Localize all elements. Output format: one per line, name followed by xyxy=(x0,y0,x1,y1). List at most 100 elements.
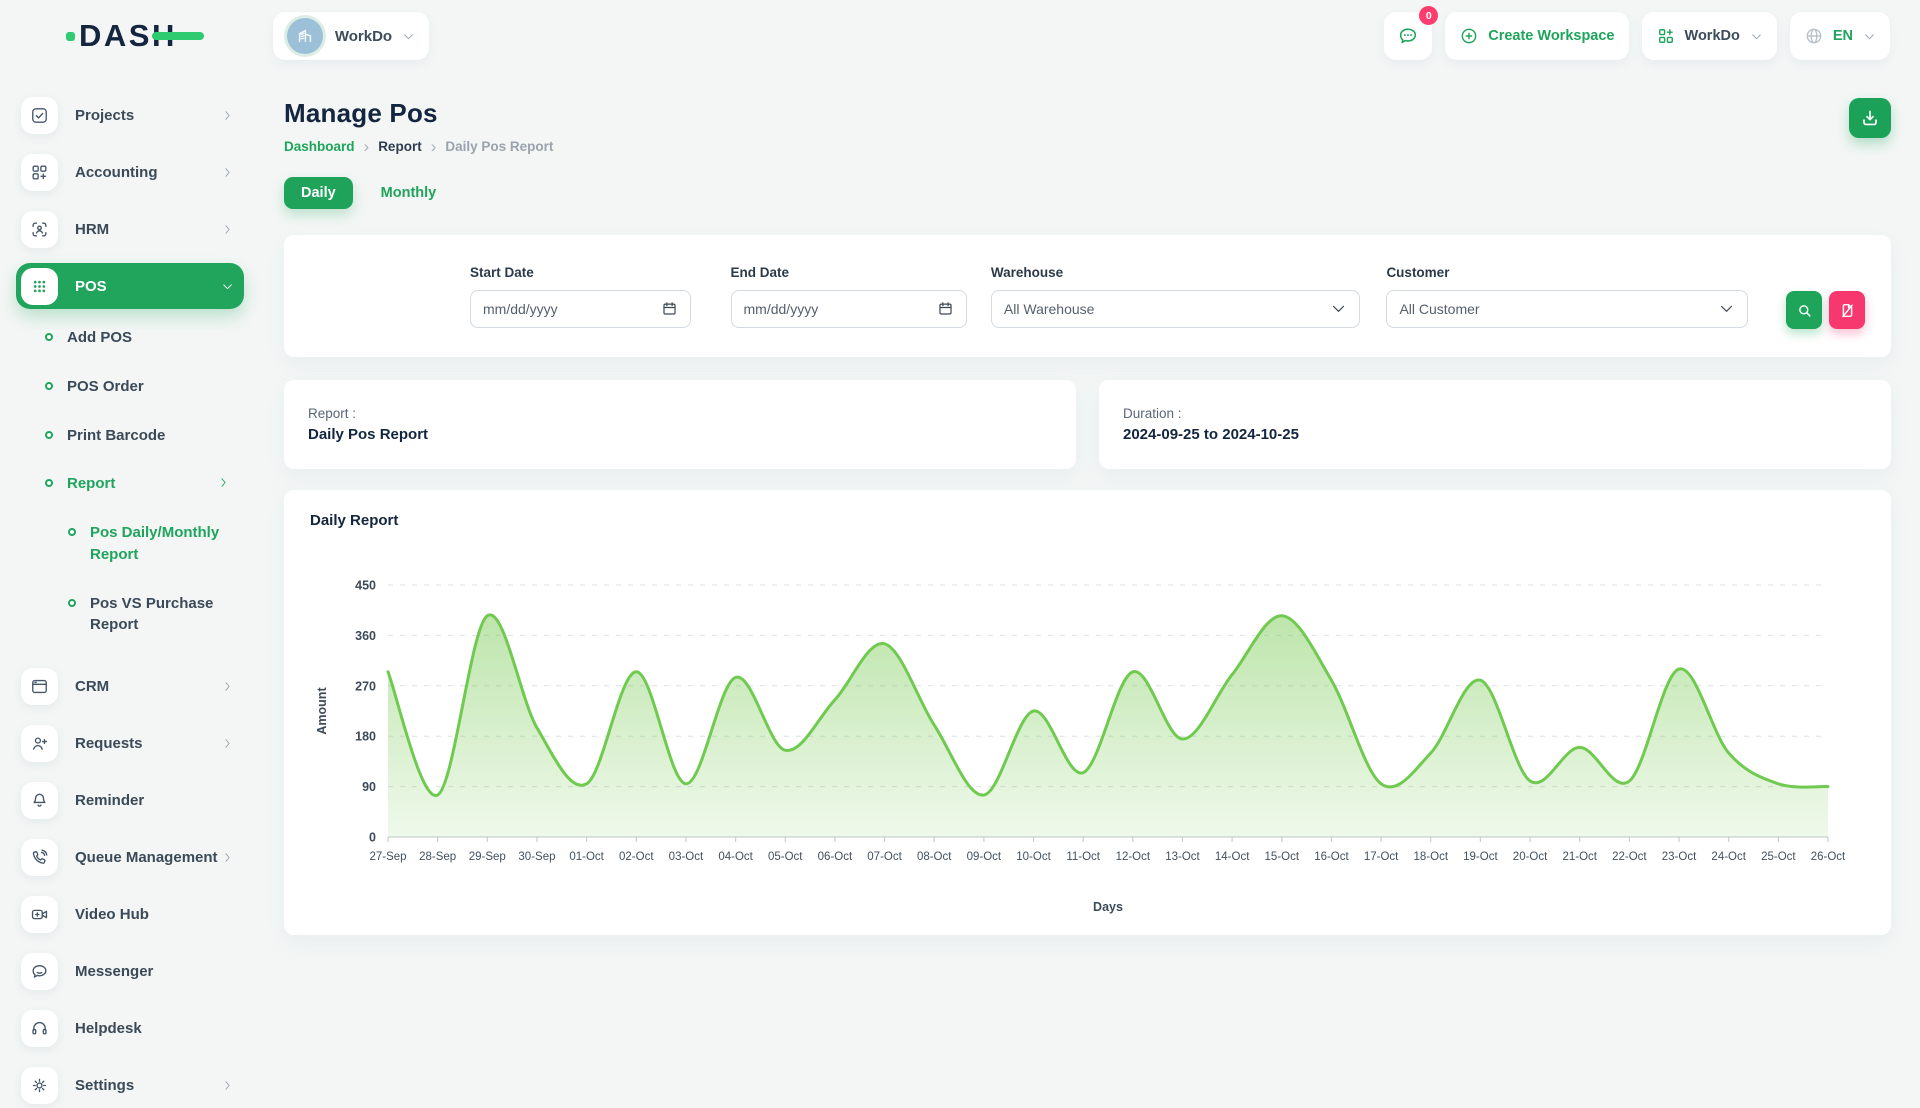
filter-card: Start Date mm/dd/yyyy End Date mm/dd/yyy… xyxy=(284,235,1891,357)
sidebar-item-crm[interactable]: CRM xyxy=(16,663,244,709)
svg-text:09-Oct: 09-Oct xyxy=(967,851,1002,863)
bullet-icon xyxy=(68,599,76,607)
grid-plus-icon xyxy=(21,154,58,191)
svg-text:07-Oct: 07-Oct xyxy=(867,851,902,863)
svg-text:30-Sep: 30-Sep xyxy=(518,851,555,863)
svg-text:22-Oct: 22-Oct xyxy=(1612,851,1647,863)
svg-text:08-Oct: 08-Oct xyxy=(917,851,952,863)
chevron-down-icon xyxy=(402,30,415,43)
daily-report-card: Daily Report 09018027036045027-Sep28-Sep… xyxy=(284,490,1891,935)
bullet-icon xyxy=(45,431,53,439)
sidebar-item-report[interactable]: Report xyxy=(16,473,258,495)
sidebar-item-pos-daily-monthly-report[interactable]: Pos Daily/Monthly Report xyxy=(16,522,258,566)
svg-text:360: 360 xyxy=(355,629,376,643)
report-mode-tabs: Daily Monthly xyxy=(284,177,1891,209)
language-label: EN xyxy=(1833,28,1853,44)
chevron-right-icon xyxy=(221,166,234,179)
sidebar-item-helpdesk[interactable]: Helpdesk xyxy=(16,1005,244,1051)
sidebar-item-label: Settings xyxy=(75,1077,221,1094)
sidebar-item-accounting[interactable]: Accounting xyxy=(16,149,244,195)
dots-grid-icon xyxy=(21,268,58,305)
main-content: Manage Pos Dashboard › Report › Daily Po… xyxy=(258,72,1920,1080)
sidebar-item-add-pos[interactable]: Add POS xyxy=(16,327,258,349)
daily-report-chart: 09018027036045027-Sep28-Sep29-Sep30-Sep0… xyxy=(310,559,1865,921)
tab-monthly[interactable]: Monthly xyxy=(381,185,437,201)
sidebar-item-print-barcode[interactable]: Print Barcode xyxy=(16,425,258,447)
reset-filter-button[interactable] xyxy=(1829,291,1865,329)
create-workspace-button[interactable]: Create Workspace xyxy=(1445,12,1628,60)
sidebar-menu: Projects Accounting HRM POS Add POS POS Order… xyxy=(16,92,258,1108)
video-icon xyxy=(21,896,58,933)
language-selector[interactable]: EN xyxy=(1790,12,1890,60)
chevron-right-icon xyxy=(221,223,234,236)
calendar-icon[interactable] xyxy=(661,300,678,317)
tab-daily[interactable]: Daily xyxy=(284,177,353,209)
app-grid-icon xyxy=(1656,26,1676,46)
calendar-icon[interactable] xyxy=(937,300,954,317)
messages-badge: 0 xyxy=(1419,6,1438,25)
sidebar-item-messenger[interactable]: Messenger xyxy=(16,948,244,994)
svg-text:Days: Days xyxy=(1093,900,1123,914)
search-button[interactable] xyxy=(1786,291,1822,329)
app-menu-button[interactable]: WorkDo xyxy=(1642,12,1777,60)
sidebar-item-hrm[interactable]: HRM xyxy=(16,206,244,252)
workspace-selector[interactable]: WorkDo xyxy=(273,12,429,60)
svg-text:270: 270 xyxy=(355,679,376,693)
end-date-label: End Date xyxy=(731,265,967,280)
headset-icon xyxy=(21,1010,58,1047)
svg-text:14-Oct: 14-Oct xyxy=(1215,851,1250,863)
sidebar-item-projects[interactable]: Projects xyxy=(16,92,244,138)
sidebar-item-label: Pos Daily/Monthly Report xyxy=(90,522,240,566)
duration-label: Duration : xyxy=(1123,406,1867,421)
topbar: DASH WorkDo 0 Create Workspace WorkDo xyxy=(0,0,1920,72)
chevron-right-icon xyxy=(221,680,234,693)
sidebar-item-label: Report xyxy=(67,473,217,495)
page-header: Manage Pos Dashboard › Report › Daily Po… xyxy=(284,98,1891,155)
download-icon xyxy=(1860,108,1880,128)
sidebar-item-pos[interactable]: POS xyxy=(16,263,244,309)
plus-circle-icon xyxy=(1459,26,1479,46)
svg-text:13-Oct: 13-Oct xyxy=(1165,851,1200,863)
sidebar-item-label: Accounting xyxy=(75,164,221,181)
bullet-icon xyxy=(45,479,53,487)
search-icon xyxy=(1796,302,1813,319)
sidebar-item-pos-vs-purchase-report[interactable]: Pos VS Purchase Report xyxy=(16,593,258,637)
svg-text:24-Oct: 24-Oct xyxy=(1711,851,1746,863)
sidebar-item-pos-order[interactable]: POS Order xyxy=(16,376,258,398)
start-date-input[interactable]: mm/dd/yyyy xyxy=(470,290,691,328)
sidebar-item-label: Projects xyxy=(75,107,221,124)
chevron-right-icon xyxy=(221,109,234,122)
breadcrumb-report[interactable]: Report xyxy=(378,139,422,154)
chevron-down-icon xyxy=(1718,300,1735,317)
download-report-button[interactable] xyxy=(1849,98,1891,138)
logo-accent-bar xyxy=(152,32,204,40)
sidebar-item-requests[interactable]: Requests xyxy=(16,720,244,766)
dash-logo: DASH xyxy=(66,18,177,54)
breadcrumb-separator-icon: › xyxy=(431,138,437,155)
end-date-input[interactable]: mm/dd/yyyy xyxy=(731,290,967,328)
svg-text:02-Oct: 02-Oct xyxy=(619,851,654,863)
messages-button[interactable]: 0 xyxy=(1384,12,1432,60)
report-summary-card: Report : Daily Pos Report xyxy=(284,380,1076,469)
breadcrumb-current: Daily Pos Report xyxy=(445,139,553,154)
page-title: Manage Pos xyxy=(284,98,553,129)
sidebar-item-reminder[interactable]: Reminder xyxy=(16,777,244,823)
svg-text:15-Oct: 15-Oct xyxy=(1265,851,1300,863)
sidebar-item-label: Messenger xyxy=(75,963,234,980)
svg-text:180: 180 xyxy=(355,730,376,744)
svg-text:26-Oct: 26-Oct xyxy=(1811,851,1846,863)
customer-label: Customer xyxy=(1386,265,1748,280)
breadcrumb-dashboard-link[interactable]: Dashboard xyxy=(284,139,355,154)
svg-text:04-Oct: 04-Oct xyxy=(718,851,753,863)
building-icon xyxy=(295,26,315,46)
breadcrumb: Dashboard › Report › Daily Pos Report xyxy=(284,138,553,155)
gear-icon xyxy=(21,1067,58,1104)
customer-select[interactable]: All Customer xyxy=(1386,290,1748,328)
svg-text:01-Oct: 01-Oct xyxy=(569,851,604,863)
sidebar-item-video-hub[interactable]: Video Hub xyxy=(16,891,244,937)
sidebar-item-settings[interactable]: Settings xyxy=(16,1062,244,1108)
chevron-right-icon xyxy=(221,851,234,864)
sidebar-item-queue-management[interactable]: Queue Management xyxy=(16,834,244,880)
warehouse-select[interactable]: All Warehouse xyxy=(991,290,1361,328)
sidebar-item-label: POS xyxy=(75,278,221,295)
